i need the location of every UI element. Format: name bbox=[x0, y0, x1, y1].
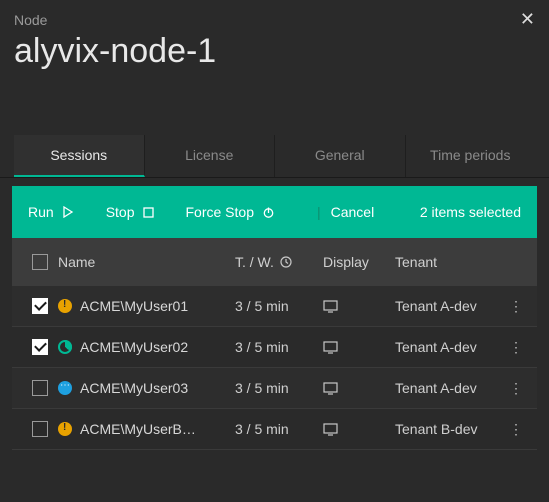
tab-license[interactable]: License bbox=[145, 135, 276, 177]
node-title: alyvix-node-1 bbox=[14, 32, 535, 71]
session-name: ACME\MyUser03 bbox=[80, 380, 188, 396]
kebab-menu-icon[interactable]: ⋮ bbox=[509, 421, 523, 438]
cancel-label: Cancel bbox=[331, 204, 375, 220]
sessions-table: Name T. / W. Display Tenant ACME\MyUser0… bbox=[12, 238, 537, 450]
col-tw[interactable]: T. / W. bbox=[235, 254, 274, 270]
action-toolbar: Run Stop Force Stop | Cancel 2 items sel… bbox=[12, 186, 537, 238]
select-all-checkbox[interactable] bbox=[32, 254, 48, 270]
session-tw: 3 / 5 min bbox=[235, 298, 289, 314]
monitor-icon[interactable] bbox=[323, 341, 338, 354]
node-panel: ✕ Node alyvix-node-1 Sessions License Ge… bbox=[0, 0, 549, 502]
row-checkbox[interactable] bbox=[32, 298, 48, 314]
tab-general[interactable]: General bbox=[275, 135, 406, 177]
session-name: ACME\MyUser02 bbox=[80, 339, 188, 355]
col-display[interactable]: Display bbox=[323, 254, 369, 270]
clock-icon bbox=[280, 256, 292, 268]
tab-sessions[interactable]: Sessions bbox=[14, 135, 145, 177]
table-row: ACME\MyUser02 3 / 5 min Tenant A-dev ⋮ bbox=[12, 327, 537, 368]
table-row: ACME\MyUser03 3 / 5 min Tenant A-dev ⋮ bbox=[12, 368, 537, 409]
session-name: ACME\MyUserB… bbox=[80, 421, 196, 437]
stop-icon bbox=[143, 207, 154, 218]
status-busy-icon bbox=[58, 381, 72, 395]
force-stop-button[interactable]: Force Stop bbox=[186, 204, 275, 220]
session-tenant: Tenant B-dev bbox=[395, 421, 478, 437]
session-name: ACME\MyUser01 bbox=[80, 298, 188, 314]
selection-count: 2 items selected bbox=[420, 204, 521, 220]
status-warn-icon bbox=[58, 422, 72, 436]
table-header: Name T. / W. Display Tenant bbox=[12, 238, 537, 286]
stop-label: Stop bbox=[106, 204, 135, 220]
monitor-icon[interactable] bbox=[323, 300, 338, 313]
node-label: Node bbox=[14, 12, 535, 28]
stop-button[interactable]: Stop bbox=[106, 204, 154, 220]
play-icon bbox=[62, 206, 74, 218]
run-button[interactable]: Run bbox=[28, 204, 74, 220]
session-tw: 3 / 5 min bbox=[235, 339, 289, 355]
monitor-icon[interactable] bbox=[323, 382, 338, 395]
tab-bar: Sessions License General Time periods bbox=[0, 135, 549, 178]
status-warn-icon bbox=[58, 299, 72, 313]
session-tw: 3 / 5 min bbox=[235, 421, 289, 437]
row-checkbox[interactable] bbox=[32, 339, 48, 355]
power-icon bbox=[262, 206, 275, 219]
table-body: ACME\MyUser01 3 / 5 min Tenant A-dev ⋮ A… bbox=[12, 286, 537, 450]
row-checkbox[interactable] bbox=[32, 380, 48, 396]
panel-header: ✕ Node alyvix-node-1 bbox=[0, 0, 549, 135]
monitor-icon[interactable] bbox=[323, 423, 338, 436]
session-tenant: Tenant A-dev bbox=[395, 339, 477, 355]
session-tw: 3 / 5 min bbox=[235, 380, 289, 396]
close-icon[interactable]: ✕ bbox=[520, 10, 535, 28]
kebab-menu-icon[interactable]: ⋮ bbox=[509, 298, 523, 315]
session-tenant: Tenant A-dev bbox=[395, 298, 477, 314]
status-progress-icon bbox=[58, 340, 72, 354]
col-name[interactable]: Name bbox=[58, 254, 95, 270]
tab-time-periods[interactable]: Time periods bbox=[406, 135, 536, 177]
row-checkbox[interactable] bbox=[32, 421, 48, 437]
cancel-button[interactable]: Cancel bbox=[331, 204, 375, 220]
kebab-menu-icon[interactable]: ⋮ bbox=[509, 380, 523, 397]
session-tenant: Tenant A-dev bbox=[395, 380, 477, 396]
table-row: ACME\MyUserB… 3 / 5 min Tenant B-dev ⋮ bbox=[12, 409, 537, 450]
kebab-menu-icon[interactable]: ⋮ bbox=[509, 339, 523, 356]
toolbar-separator: | bbox=[317, 204, 321, 220]
col-tenant[interactable]: Tenant bbox=[395, 254, 437, 270]
run-label: Run bbox=[28, 204, 54, 220]
force-stop-label: Force Stop bbox=[186, 204, 254, 220]
table-row: ACME\MyUser01 3 / 5 min Tenant A-dev ⋮ bbox=[12, 286, 537, 327]
